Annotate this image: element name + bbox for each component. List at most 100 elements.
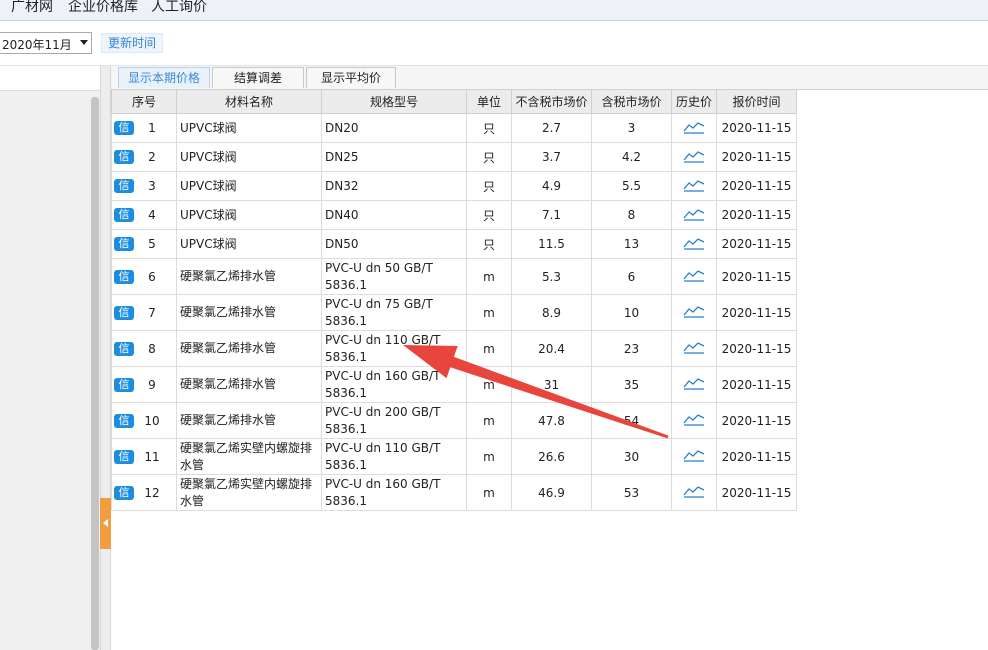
unit-cell: m: [466, 258, 512, 295]
line-chart-icon[interactable]: [683, 208, 705, 224]
table-row[interactable]: 信 6 硬聚氯乙烯排水管 PVC-U dn 50 GB/T 5836.1 m 5.3 6 20…: [111, 258, 797, 295]
left-panel-scrollbar[interactable]: [91, 97, 99, 650]
line-chart-icon[interactable]: [683, 121, 705, 137]
price-in-tax-cell: 4.2: [591, 142, 672, 172]
line-chart-icon[interactable]: [683, 306, 705, 321]
header-material-name[interactable]: 材料名称: [176, 89, 322, 114]
unit-cell: 只: [466, 113, 512, 143]
credit-badge-icon[interactable]: 信: [114, 179, 134, 193]
history-price-cell: [671, 200, 717, 230]
quote-date-cell: 2020-11-15: [716, 200, 797, 230]
panel-splitter[interactable]: [100, 66, 111, 650]
tab-average-price[interactable]: 显示平均价: [306, 67, 396, 88]
spec-cell: DN50: [321, 229, 467, 259]
line-chart-icon[interactable]: [683, 414, 705, 429]
row-seq: 9: [148, 377, 156, 392]
unit-cell: m: [466, 438, 512, 475]
header-seq[interactable]: 序号: [111, 89, 177, 114]
line-chart-icon[interactable]: [683, 342, 705, 357]
credit-badge-icon[interactable]: 信: [114, 413, 134, 428]
material-name-cell: 硬聚氯乙烯实壁内螺旋排水管: [176, 438, 322, 475]
header-price-in-tax[interactable]: 含税市场价: [591, 89, 672, 114]
header-spec[interactable]: 规格型号: [321, 89, 467, 114]
row-seq: 12: [144, 485, 160, 500]
nav-link-guangcaiwang[interactable]: 广材网: [11, 0, 53, 16]
tab-settlement-adjust[interactable]: 结算调差: [212, 67, 304, 88]
row-seq: 2: [148, 150, 156, 164]
nav-link-enterprise-price-library[interactable]: 企业价格库: [68, 0, 138, 16]
seq-cell: 信 11: [111, 438, 177, 475]
credit-badge-icon[interactable]: 信: [114, 150, 134, 164]
credit-badge-icon[interactable]: 信: [114, 269, 134, 284]
header-history-price[interactable]: 历史价: [671, 89, 717, 114]
line-chart-icon[interactable]: [683, 270, 705, 285]
table-row[interactable]: 信 11 硬聚氯乙烯实壁内螺旋排水管 PVC-U dn 110 GB/T 5836.1…: [111, 438, 797, 475]
tab-current-price[interactable]: 显示本期价格: [118, 67, 210, 88]
seq-cell: 信5: [111, 229, 177, 259]
credit-badge-icon[interactable]: 信: [114, 449, 134, 464]
table-row[interactable]: 信 12 硬聚氯乙烯实壁内螺旋排水管 PVC-U dn 160 GB/T 5836.1…: [111, 474, 797, 511]
unit-cell: 只: [466, 200, 512, 230]
left-panel-header: [0, 66, 100, 91]
table-row[interactable]: 信 3 UPVC球阀 DN32 只 4.9 5.5 2020-11-15: [111, 171, 797, 201]
seq-cell: 信8: [111, 330, 177, 367]
header-price-ex-tax[interactable]: 不含税市场价: [511, 89, 592, 114]
line-chart-icon[interactable]: [683, 450, 705, 465]
history-price-cell: [671, 438, 717, 475]
spec-cell: DN20: [321, 113, 467, 143]
line-chart-icon[interactable]: [683, 150, 705, 166]
price-in-tax-cell: 30: [591, 438, 672, 475]
row-seq: 6: [148, 269, 156, 284]
table-row[interactable]: 信 9 硬聚氯乙烯排水管 PVC-U dn 160 GB/T 5836.1 m 31 35 2…: [111, 366, 797, 403]
history-price-cell: [671, 171, 717, 201]
header-quote-date[interactable]: 报价时间: [716, 89, 797, 114]
credit-badge-icon[interactable]: 信: [114, 485, 134, 500]
spec-cell: DN32: [321, 171, 467, 201]
spec-cell: PVC-U dn 160 GB/T 5836.1: [321, 366, 467, 403]
history-price-cell: [671, 366, 717, 403]
material-name-cell: UPVC球阀: [176, 142, 322, 172]
left-panel: [0, 66, 100, 650]
table-row[interactable]: 信 4 UPVC球阀 DN40 只 7.1 8 2020-11-15: [111, 200, 797, 230]
credit-badge-icon[interactable]: 信: [114, 237, 134, 251]
price-ex-tax-cell: 7.1: [511, 200, 592, 230]
collapse-left-panel-icon[interactable]: [100, 498, 111, 549]
spec-cell: PVC-U dn 200 GB/T 5836.1: [321, 402, 467, 439]
price-ex-tax-cell: 46.9: [511, 474, 592, 511]
history-price-cell: [671, 294, 717, 331]
unit-cell: 只: [466, 171, 512, 201]
table-row[interactable]: 信 5 UPVC球阀 DN50 只 11.5 13 2020-11-15: [111, 229, 797, 259]
history-price-cell: [671, 229, 717, 259]
unit-cell: m: [466, 330, 512, 367]
credit-badge-icon[interactable]: 信: [114, 305, 134, 320]
table-row[interactable]: 信 2 UPVC球阀 DN25 只 3.7 4.2 2020-11-15: [111, 142, 797, 172]
unit-cell: m: [466, 402, 512, 439]
history-price-cell: [671, 474, 717, 511]
material-name-cell: 硬聚氯乙烯排水管: [176, 402, 322, 439]
line-chart-icon[interactable]: [683, 237, 705, 253]
credit-badge-icon[interactable]: 信: [114, 121, 134, 135]
line-chart-icon[interactable]: [683, 179, 705, 195]
history-price-cell: [671, 330, 717, 367]
material-name-cell: 硬聚氯乙烯排水管: [176, 330, 322, 367]
price-in-tax-cell: 53: [591, 474, 672, 511]
credit-badge-icon[interactable]: 信: [114, 377, 134, 392]
unit-cell: m: [466, 474, 512, 511]
credit-badge-icon[interactable]: 信: [114, 208, 134, 222]
nav-link-manual-inquiry[interactable]: 人工询价: [151, 0, 207, 16]
spec-cell: PVC-U dn 110 GB/T 5836.1: [321, 330, 467, 367]
line-chart-icon[interactable]: [683, 378, 705, 393]
table-row[interactable]: 信 10 硬聚氯乙烯排水管 PVC-U dn 200 GB/T 5836.1 m 47.8…: [111, 402, 797, 439]
table-row[interactable]: 信 8 硬聚氯乙烯排水管 PVC-U dn 110 GB/T 5836.1 m 20.4 2…: [111, 330, 797, 367]
price-ex-tax-cell: 3.7: [511, 142, 592, 172]
header-unit[interactable]: 单位: [466, 89, 512, 114]
row-seq: 11: [144, 449, 160, 464]
month-select[interactable]: 2020年11月: [0, 32, 92, 54]
table-row[interactable]: 信 1 UPVC球阀 DN20 只 2.7 3 2020-11-15: [111, 113, 797, 143]
table-row[interactable]: 信 7 硬聚氯乙烯排水管 PVC-U dn 75 GB/T 5836.1 m 8.9 10 2…: [111, 294, 797, 331]
update-time-button[interactable]: 更新时间: [101, 33, 163, 53]
seq-cell: 信6: [111, 258, 177, 295]
line-chart-icon[interactable]: [683, 486, 705, 501]
credit-badge-icon[interactable]: 信: [114, 341, 134, 356]
material-name-cell: UPVC球阀: [176, 113, 322, 143]
